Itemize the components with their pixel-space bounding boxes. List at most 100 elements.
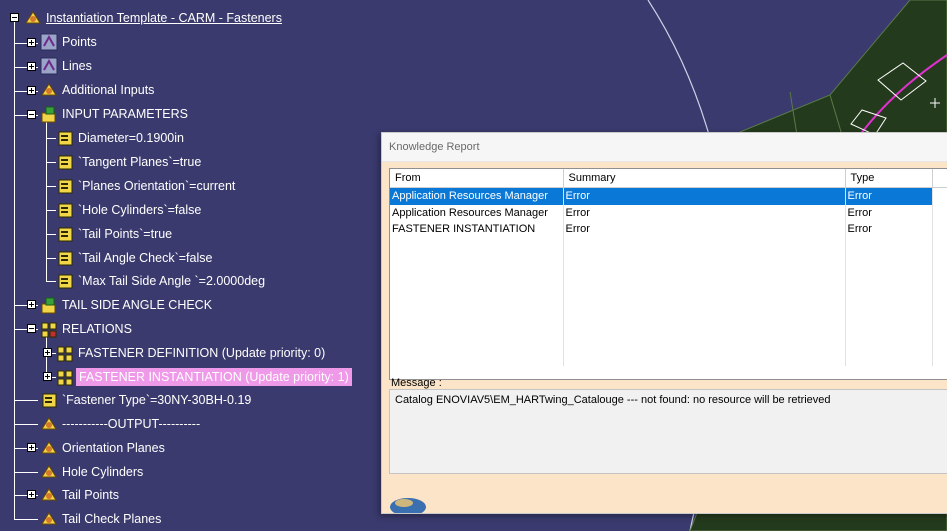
column-header-filler [932, 169, 947, 188]
tree-node-root[interactable]: Instantiation Template - CARM - Fastener… [24, 7, 284, 29]
tree-node-label: `Tail Angle Check`=false [78, 251, 213, 265]
tree-node-label: RELATIONS [62, 322, 132, 336]
tree-node-parameter[interactable]: `Tail Angle Check`=false [56, 247, 214, 269]
empty-row [390, 253, 947, 270]
tree-node-label: INPUT PARAMETERS [62, 107, 188, 121]
tree-node-parameter[interactable]: `Hole Cylinders`=false [56, 199, 203, 221]
message-text: Catalog ENOVIAV5\EM_HARTwing_Catalouge -… [395, 394, 831, 406]
geometrical-set-icon [25, 11, 41, 24]
tree-node-output[interactable]: -----------OUTPUT---------- [40, 413, 202, 435]
expand-toggle-additional-inputs[interactable] [27, 86, 36, 95]
empty-row [390, 285, 947, 302]
rule-icon [57, 370, 73, 386]
parameter-set-icon [41, 106, 56, 123]
parameter-icon [42, 393, 57, 408]
tree-node-label: Points [62, 35, 97, 49]
dialog-title: Knowledge Report [389, 141, 480, 153]
tree-node-parameter[interactable]: `Planes Orientation`=current [56, 175, 237, 197]
geometrical-set-icon [41, 488, 57, 501]
column-header-summary[interactable]: Summary [563, 169, 846, 188]
parameter-icon [58, 131, 73, 146]
tree-node-label: Additional Inputs [62, 83, 155, 97]
tree-node-label: Tail Points [62, 488, 119, 502]
tree-node-label: `Planes Orientation`=current [78, 179, 236, 193]
catia-logo-icon [390, 498, 426, 513]
cell-type: Error [845, 221, 933, 238]
empty-row [390, 317, 947, 334]
column-header-type[interactable]: Type [845, 169, 933, 188]
table-row[interactable]: Application Resources Manager Error Erro… [390, 204, 947, 221]
parameter-icon [58, 227, 73, 242]
rule-icon [57, 346, 73, 362]
lines-icon [40, 57, 58, 75]
collapse-toggle-root[interactable] [10, 13, 19, 22]
parameter-icon [58, 274, 73, 289]
empty-row [390, 269, 947, 286]
tree-node-relations[interactable]: RELATIONS [40, 318, 134, 340]
expand-toggle-tail-points[interactable] [27, 490, 36, 499]
relations-icon [41, 322, 57, 338]
expand-toggle-points[interactable] [27, 38, 36, 47]
expand-toggle-tail-side-angle-check[interactable] [27, 300, 36, 309]
tree-node-label-selected: FASTENER INSTANTIATION (Update priority:… [76, 368, 352, 386]
expand-toggle-lines[interactable] [27, 62, 36, 71]
geometrical-set-icon [41, 512, 57, 525]
tree-node-label: `Hole Cylinders`=false [78, 203, 202, 217]
tree-node-parameter[interactable]: `Tail Points`=true [56, 223, 174, 245]
tree-node-label: `Tail Points`=true [78, 227, 173, 241]
expand-toggle-orientation-planes[interactable] [27, 443, 36, 452]
column-header-from[interactable]: From [390, 169, 564, 188]
tree-node-input-parameters[interactable]: INPUT PARAMETERS [40, 103, 190, 125]
tree-node-parameter[interactable]: `Max Tail Side Angle `=2.0000deg [56, 270, 267, 292]
tree-node-hole-cylinders[interactable]: Hole Cylinders [40, 461, 145, 483]
tree-node-points[interactable]: Points [40, 31, 99, 53]
collapse-toggle-relations[interactable] [27, 324, 36, 333]
tree-node-parameter[interactable]: Diameter=0.1900in [56, 127, 186, 149]
cell-type: Error [845, 187, 933, 205]
geometrical-set-icon [41, 83, 57, 96]
tree-node-label: TAIL SIDE ANGLE CHECK [62, 298, 213, 312]
expand-toggle-fastener-definition[interactable] [43, 348, 52, 357]
knowledge-report-dialog: Knowledge Report From Summary Type Appli… [381, 132, 947, 514]
tree-node-tail-points[interactable]: Tail Points [40, 484, 121, 506]
expand-toggle-fastener-instantiation[interactable] [43, 372, 52, 381]
tree-node-tail-check-planes[interactable]: Tail Check Planes [40, 508, 163, 530]
tree-root-label: Instantiation Template - CARM - Fastener… [46, 11, 282, 25]
tree-node-fastener-type[interactable]: `Fastener Type`=30NY-30BH-0.19 [40, 389, 253, 411]
points-icon [40, 33, 58, 51]
tree-node-additional-inputs[interactable]: Additional Inputs [40, 79, 156, 101]
tree-node-tail-side-angle-check[interactable]: TAIL SIDE ANGLE CHECK [40, 294, 214, 316]
tree-node-lines[interactable]: Lines [40, 55, 94, 77]
cell-from: FASTENER INSTANTIATION [390, 221, 564, 238]
message-label: Message : [391, 377, 442, 389]
collapse-toggle-input-parameters[interactable] [27, 110, 36, 119]
specification-tree: Instantiation Template - CARM - Fastener… [0, 0, 380, 531]
tree-node-label: Hole Cylinders [62, 465, 144, 479]
tree-node-label: Lines [62, 59, 92, 73]
empty-row [390, 349, 947, 366]
tree-node-label: FASTENER DEFINITION (Update priority: 0) [78, 346, 326, 360]
table-row[interactable]: FASTENER INSTANTIATION Error Error [390, 221, 947, 238]
tree-node-label: `Fastener Type`=30NY-30BH-0.19 [62, 393, 252, 407]
parameter-icon [58, 155, 73, 170]
tree-node-parameter[interactable]: `Tangent Planes`=true [56, 151, 203, 173]
cell-from: Application Resources Manager [390, 204, 564, 221]
tree-node-label: Orientation Planes [62, 441, 165, 455]
table-row[interactable]: Application Resources Manager Error Erro… [390, 187, 947, 205]
cell-summary: Error [563, 204, 846, 221]
empty-row [390, 237, 947, 254]
cell-summary: Error [563, 187, 846, 205]
cell-type: Error [845, 204, 933, 221]
parameter-icon [58, 251, 73, 266]
message-box[interactable]: Catalog ENOVIAV5\EM_HARTwing_Catalouge -… [389, 389, 947, 474]
dialog-title-bar[interactable]: Knowledge Report [382, 133, 947, 162]
tree-node-label: `Tangent Planes`=true [78, 155, 202, 169]
tree-node-fastener-definition[interactable]: FASTENER DEFINITION (Update priority: 0) [56, 342, 327, 364]
tree-node-label: -----------OUTPUT---------- [62, 417, 201, 431]
parameter-icon [58, 203, 73, 218]
tree-node-orientation-planes[interactable]: Orientation Planes [40, 437, 167, 459]
tree-node-fastener-instantiation[interactable]: FASTENER INSTANTIATION (Update priority:… [56, 366, 352, 388]
report-list[interactable]: From Summary Type Application Resources … [389, 168, 947, 380]
parameter-icon [58, 179, 73, 194]
tree-node-label: Tail Check Planes [62, 512, 162, 526]
